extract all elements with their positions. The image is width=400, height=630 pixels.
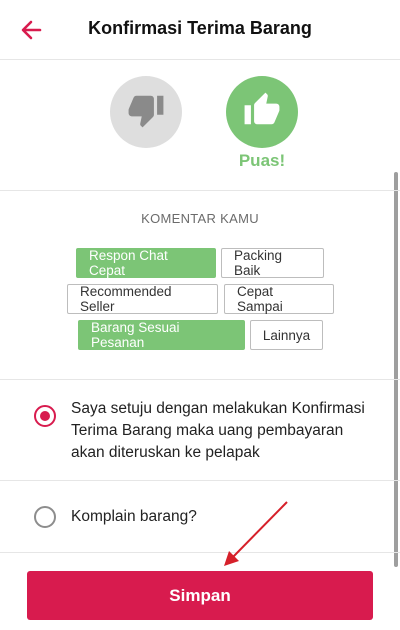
thumbs-up-icon [243, 91, 281, 134]
tag-barang-sesuai-pesanan[interactable]: Barang Sesuai Pesanan [78, 320, 245, 350]
scrollbar[interactable] [394, 172, 398, 567]
agree-radio[interactable] [34, 405, 56, 427]
divider [0, 480, 400, 481]
page-title: Konfirmasi Terima Barang [88, 18, 312, 38]
save-button[interactable]: Simpan [27, 571, 373, 620]
divider [0, 190, 400, 191]
comment-heading: KOMENTAR KAMU [141, 211, 259, 226]
thumbs-down-button[interactable] [110, 76, 182, 148]
divider [0, 379, 400, 380]
tag-lainnya[interactable]: Lainnya [250, 320, 323, 350]
app-header: Konfirmasi Terima Barang [0, 0, 400, 60]
thumbs-up-button[interactable] [226, 76, 298, 148]
tag-packing-baik[interactable]: Packing Baik [221, 248, 324, 278]
tag-cepat-sampai[interactable]: Cepat Sampai [224, 284, 334, 314]
complain-radio[interactable] [34, 506, 56, 528]
agree-option-text: Saya setuju dengan melakukan Konfirmasi … [71, 400, 365, 461]
complain-option-text: Komplain barang? [71, 508, 197, 525]
thumbs-down-icon [127, 91, 165, 134]
rating-label: Puas! [238, 151, 286, 170]
tag-respon-chat-cepat[interactable]: Respon Chat Cepat [76, 248, 216, 278]
rating-section: Puas! [0, 60, 400, 190]
tag-recommended-seller[interactable]: Recommended Seller [67, 284, 218, 314]
divider [0, 552, 400, 553]
